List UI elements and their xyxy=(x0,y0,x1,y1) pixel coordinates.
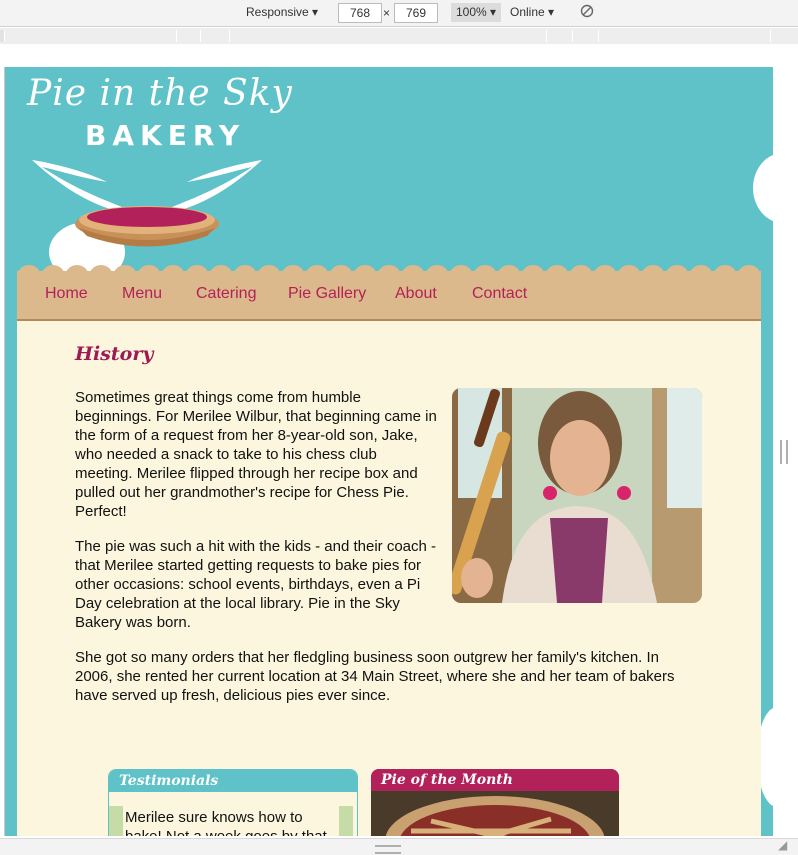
main-content: History Sometimes great things come from… xyxy=(17,321,761,836)
flying-pie-logo[interactable] xyxy=(27,152,267,282)
height-input[interactable]: 769 xyxy=(394,3,438,23)
device-mode-select[interactable]: Responsive ▾ xyxy=(246,5,318,19)
section-heading: History xyxy=(75,343,154,365)
cloud-decoration xyxy=(753,153,773,223)
network-label: Online xyxy=(510,5,545,19)
history-paragraph-3: She got so many orders that her fledglin… xyxy=(75,649,675,704)
rotate-icon[interactable] xyxy=(580,4,594,21)
nav-contact[interactable]: Contact xyxy=(472,285,527,303)
viewport-resize-handle[interactable] xyxy=(780,440,788,464)
dimension-separator: × xyxy=(383,6,391,20)
corner-resize-icon[interactable]: ◢ xyxy=(778,838,787,852)
emulated-viewport: Pie in the Sky BAKERY Home Menu Catering… xyxy=(4,67,773,836)
devtools-toolbar: Responsive ▾ 768 × 769 100% ▾ Online ▾ xyxy=(0,0,798,27)
nav-catering[interactable]: Catering xyxy=(196,285,256,303)
testimonials-title: Testimonials xyxy=(109,770,357,792)
network-throttle-select[interactable]: Online ▾ xyxy=(510,5,554,19)
pie-of-month-card: Pie of the Month xyxy=(371,769,619,836)
width-input[interactable]: 768 xyxy=(338,3,382,23)
pie-photo xyxy=(371,791,619,836)
zoom-label: 100% xyxy=(455,5,487,19)
bottom-resize-handle[interactable] xyxy=(375,845,401,854)
testimonials-card: Testimonials Merilee sure knows how to b… xyxy=(108,769,358,836)
quote-bar xyxy=(109,806,123,836)
testimonial-text: Merilee sure knows how to bake! Not a we… xyxy=(125,809,327,836)
media-query-ruler xyxy=(0,28,798,44)
device-mode-label: Responsive xyxy=(246,5,309,19)
nav-about[interactable]: About xyxy=(395,285,437,303)
quote-bar xyxy=(339,806,353,836)
logo-bakery-text[interactable]: BAKERY xyxy=(85,119,245,152)
pie-of-month-title: Pie of the Month xyxy=(371,769,619,791)
baker-photo xyxy=(452,388,702,603)
nav-home[interactable]: Home xyxy=(45,285,88,303)
logo-script-text[interactable]: Pie in the Sky xyxy=(27,73,293,114)
zoom-select[interactable]: 100% ▾ xyxy=(451,3,501,22)
history-paragraph-2: The pie was such a hit with the kids - a… xyxy=(75,538,437,631)
history-paragraph-1: Sometimes great things come from humble … xyxy=(75,389,437,520)
nav-pie-gallery[interactable]: Pie Gallery xyxy=(288,285,366,303)
nav-bar: Home Menu Catering Pie Gallery About Con… xyxy=(17,263,761,322)
nav-menu[interactable]: Menu xyxy=(122,285,162,303)
